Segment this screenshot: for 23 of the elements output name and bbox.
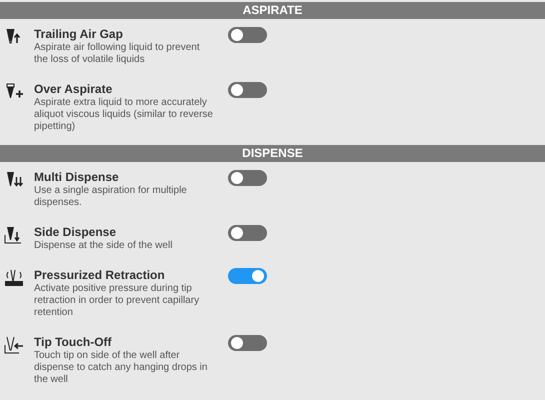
setting-title: Multi Dispense <box>34 170 120 184</box>
setting-title: Side Dispense <box>34 225 118 239</box>
setting-description: Activate positive pressure during tip retraction in order to prevent capillary retention <box>34 283 200 319</box>
setting-title: Tip Touch-Off <box>34 335 113 349</box>
setting-description: Touch tip on side of the well after dispense to catch any hanging drops in the well <box>34 350 208 386</box>
setting-title: Pressurized Retraction <box>34 268 166 282</box>
toggle-switch[interactable] <box>228 170 267 186</box>
setting-description: Use a single aspiration for multiple dispenses. <box>34 185 188 209</box>
toggle-switch[interactable] <box>228 82 267 98</box>
section-header: DISPENSE <box>0 145 545 162</box>
tip-well-icon <box>4 268 24 288</box>
toggle-switch[interactable] <box>228 335 267 351</box>
setting-description: Aspirate air following liquid to prevent the loss of volatile liquids <box>34 42 201 66</box>
setting-title: Over Aspirate <box>34 82 114 96</box>
toggle-switch[interactable] <box>228 27 267 43</box>
tip-left-arrow-icon <box>4 335 24 355</box>
toggle-switch[interactable] <box>228 225 267 241</box>
setting-description: Aspirate extra liquid to more accurately aliquot viscous liquids (similar to reverse pipetting) <box>34 97 214 133</box>
section-header: ASPIRATE <box>0 2 545 19</box>
setting-description: Dispense at the side of the well <box>34 240 174 252</box>
toggle-switch[interactable] <box>228 268 267 284</box>
tip-down-arrow-icon <box>4 225 24 245</box>
setting-title: Trailing Air Gap <box>34 27 124 41</box>
